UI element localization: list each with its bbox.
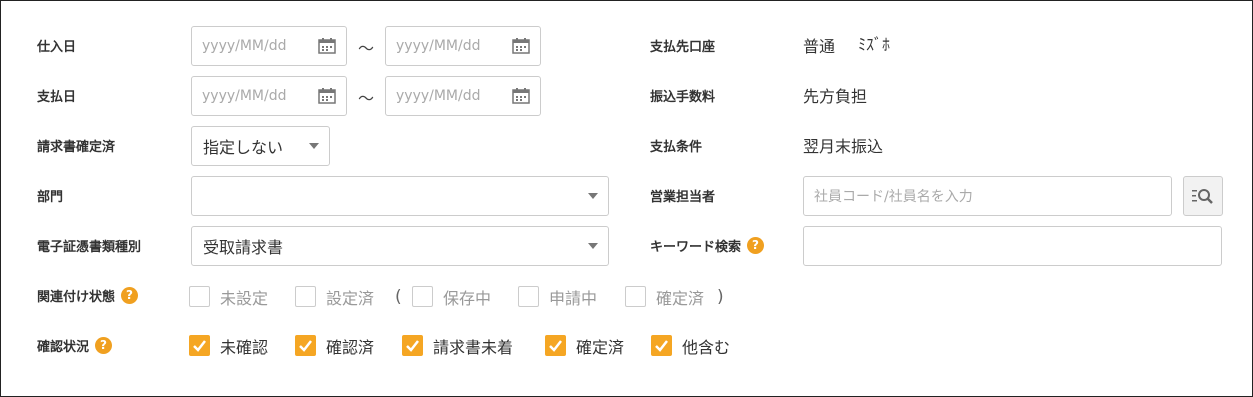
shiire-date-from[interactable]: yyyy/MM/dd [191, 26, 347, 66]
select-value: 受取請求書 [203, 238, 284, 257]
date-placeholder: yyyy/MM/dd [202, 38, 287, 54]
shiharai-koza-type: 普通 [803, 37, 836, 56]
checkbox-label: 確定済 [656, 288, 705, 308]
paren-close: ) [717, 286, 724, 307]
label-eigyo-tantou: 営業担当者 [650, 189, 716, 205]
date-placeholder: yyyy/MM/dd [396, 38, 481, 54]
date-placeholder: yyyy/MM/dd [396, 88, 481, 104]
select-value: 指定しない [203, 138, 284, 157]
shiharai-koza-bank: ﾐｽﾞﾎ [858, 35, 891, 54]
calendar-icon[interactable] [318, 38, 336, 54]
calendar-icon[interactable] [512, 88, 530, 104]
checkbox-kakuteizumi[interactable] [625, 286, 646, 307]
calendar-icon[interactable] [318, 88, 336, 104]
check-icon [549, 340, 562, 352]
search-panel: 仕入日 yyyy/MM/dd ～ yyyy/MM/dd 支払日 yyyy/MM/… [0, 0, 1253, 397]
chevron-down-icon [588, 243, 598, 249]
list-search-icon [1192, 189, 1213, 204]
checkbox-hozonchu[interactable] [412, 286, 433, 307]
checkbox-shinseichu[interactable] [518, 286, 539, 307]
checkbox-label: 未設定 [220, 288, 269, 308]
checkbox-seikyusho-michaku[interactable] [402, 335, 423, 356]
shiharai-jouken-value: 翌月末振込 [803, 137, 884, 156]
checkbox-label: 申請中 [549, 288, 598, 308]
checkbox-hokafukumu[interactable] [651, 335, 672, 356]
range-tilde: ～ [358, 89, 375, 108]
shiharai-date-from[interactable]: yyyy/MM/dd [191, 76, 347, 116]
chevron-down-icon [588, 193, 598, 199]
label-text: 関連付け状態 [37, 289, 116, 305]
help-icon[interactable]: ? [95, 336, 113, 354]
checkbox-mikakunin[interactable] [189, 335, 210, 356]
label-shiharai-koza: 支払先口座 [650, 39, 716, 55]
check-icon [193, 340, 206, 352]
check-icon [406, 340, 419, 352]
checkbox-setteizumi[interactable] [295, 286, 316, 307]
checkbox-kakuninzumi[interactable] [295, 335, 316, 356]
check-icon [655, 340, 668, 352]
label-seikyusho-kakutei: 請求書確定済 [37, 139, 116, 155]
label-shiharai-bi: 支払日 [37, 89, 77, 105]
seikyusho-kakutei-select[interactable]: 指定しない [191, 126, 330, 166]
checkbox-label: 確認済 [326, 337, 375, 357]
checkbox-label: 確定済 [576, 337, 625, 357]
checkbox-label: 他含む [682, 337, 731, 357]
calendar-icon[interactable] [512, 38, 530, 54]
shiire-date-to[interactable]: yyyy/MM/dd [385, 26, 541, 66]
label-shiire-bi: 仕入日 [37, 39, 77, 55]
bumon-select[interactable] [191, 176, 609, 216]
shiharai-date-to[interactable]: yyyy/MM/dd [385, 76, 541, 116]
checkbox-label: 請求書未着 [433, 337, 514, 357]
checkbox-label: 未確認 [220, 337, 269, 357]
keyword-input[interactable] [803, 226, 1222, 266]
label-keyword: キーワード検索 ? [650, 235, 765, 255]
employee-search-button[interactable] [1183, 176, 1223, 216]
furikomi-tesuryo-value: 先方負担 [803, 87, 868, 106]
checkbox-label: 保存中 [443, 288, 492, 308]
label-text: キーワード検索 [650, 239, 742, 255]
checkbox-label: 設定済 [326, 288, 375, 308]
chevron-down-icon [309, 143, 319, 149]
label-denshi-shurui: 電子証憑書類種別 [37, 239, 142, 255]
label-shiharai-jouken: 支払条件 [650, 139, 703, 155]
label-text: 確認状況 [37, 339, 90, 355]
range-tilde: ～ [358, 39, 375, 58]
paren-open: ( [395, 286, 402, 307]
help-icon[interactable]: ? [121, 286, 139, 304]
label-bumon: 部門 [37, 189, 64, 205]
input-placeholder: 社員コード/社員名を入力 [814, 189, 973, 205]
label-furikomi-tesuryo: 振込手数料 [650, 89, 716, 105]
label-kanren-joutai: 関連付け状態 ? [37, 285, 139, 305]
denshi-shurui-select[interactable]: 受取請求書 [191, 226, 609, 266]
check-icon [299, 340, 312, 352]
eigyo-tantou-input[interactable]: 社員コード/社員名を入力 [803, 176, 1172, 216]
checkbox-mishettei[interactable] [189, 286, 210, 307]
checkbox-kakuteizumi-2[interactable] [545, 335, 566, 356]
date-placeholder: yyyy/MM/dd [202, 88, 287, 104]
label-kakunin-joukyou: 確認状況 ? [37, 335, 113, 355]
help-icon[interactable]: ? [747, 236, 765, 254]
